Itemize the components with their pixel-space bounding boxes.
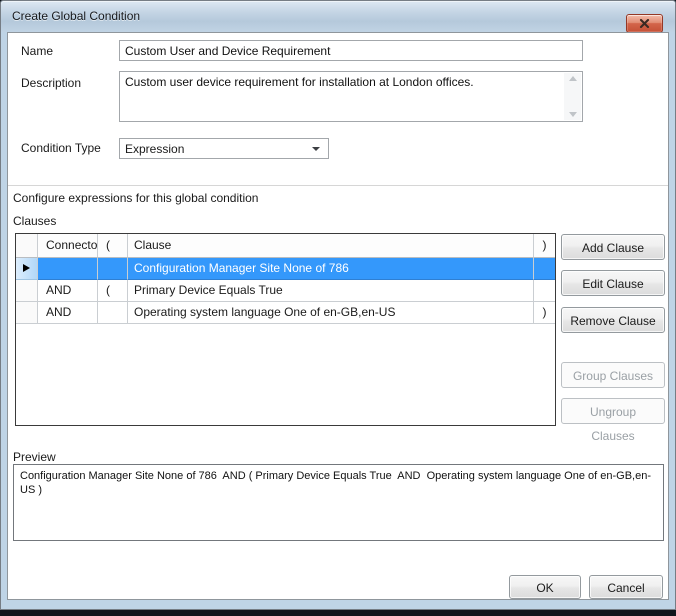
open-paren-column-header: (	[98, 234, 128, 258]
dialog-content: Name Custom User and Device Requirement …	[7, 32, 669, 600]
close-paren-cell	[534, 258, 555, 280]
clauses-grid-body: Configuration Manager Site None of 786AN…	[16, 258, 555, 324]
clause-row[interactable]: AND(Primary Device Equals True	[16, 280, 555, 302]
clauses-grid: Connector ( Clause ) Configuration Manag…	[15, 233, 556, 426]
open-paren-cell: (	[98, 280, 128, 302]
condition-type-label: Condition Type	[21, 141, 101, 155]
configure-expressions-label: Configure expressions for this global co…	[13, 191, 258, 205]
titlebar[interactable]: Create Global Condition	[1, 1, 675, 32]
row-header-cell	[16, 258, 38, 280]
scroll-down-icon[interactable]	[569, 112, 577, 117]
connector-cell: AND	[38, 302, 98, 324]
window-title: Create Global Condition	[12, 9, 140, 23]
name-label: Name	[21, 44, 53, 58]
remove-clause-button[interactable]: Remove Clause	[561, 307, 665, 333]
close-paren-cell	[534, 280, 555, 302]
name-input[interactable]: Custom User and Device Requirement	[119, 40, 583, 61]
clause-cell: Configuration Manager Site None of 786	[128, 258, 534, 280]
close-icon	[639, 19, 650, 28]
connector-cell: AND	[38, 280, 98, 302]
group-clauses-button: Group Clauses	[561, 362, 665, 388]
connector-column-header: Connector	[38, 234, 98, 258]
connector-cell	[38, 258, 98, 280]
open-paren-cell	[98, 258, 128, 280]
description-label: Description	[21, 76, 81, 90]
clauses-grid-header: Connector ( Clause )	[16, 234, 555, 258]
clause-cell: Primary Device Equals True	[128, 280, 534, 302]
scroll-up-icon[interactable]	[569, 76, 577, 81]
description-text: Custom user device requirement for insta…	[125, 75, 474, 89]
description-scrollbar[interactable]	[564, 73, 581, 120]
description-input[interactable]: Custom user device requirement for insta…	[119, 71, 583, 122]
clause-column-header: Clause	[128, 234, 534, 258]
close-paren-column-header: )	[534, 234, 555, 258]
corner-header-cell	[16, 234, 38, 258]
clause-row[interactable]: AND Operating system language One of en-G…	[16, 302, 555, 324]
edit-clause-button[interactable]: Edit Clause	[561, 270, 665, 296]
section-separator	[8, 185, 668, 186]
row-header-cell	[16, 280, 38, 302]
row-header-cell	[16, 302, 38, 324]
preview-text: Configuration Manager Site None of 786 A…	[13, 464, 664, 541]
selected-row-arrow-icon	[23, 264, 30, 272]
cancel-button[interactable]: Cancel	[589, 575, 663, 599]
clause-row[interactable]: Configuration Manager Site None of 786	[16, 258, 555, 280]
ungroup-clauses-button: Ungroup Clauses	[561, 398, 665, 424]
clauses-label: Clauses	[13, 214, 56, 228]
open-paren-cell	[98, 302, 128, 324]
close-button[interactable]	[626, 14, 663, 33]
condition-type-dropdown[interactable]: Expression	[119, 138, 329, 159]
add-clause-button[interactable]: Add Clause	[561, 234, 665, 260]
create-global-condition-dialog: Create Global Condition Name Custom User…	[0, 0, 676, 610]
close-paren-cell: )	[534, 302, 555, 324]
ok-button[interactable]: OK	[509, 575, 581, 599]
dropdown-arrow-icon	[312, 147, 320, 151]
condition-type-value: Expression	[125, 142, 184, 156]
preview-label: Preview	[13, 450, 56, 464]
clause-cell: Operating system language One of en-GB,e…	[128, 302, 534, 324]
